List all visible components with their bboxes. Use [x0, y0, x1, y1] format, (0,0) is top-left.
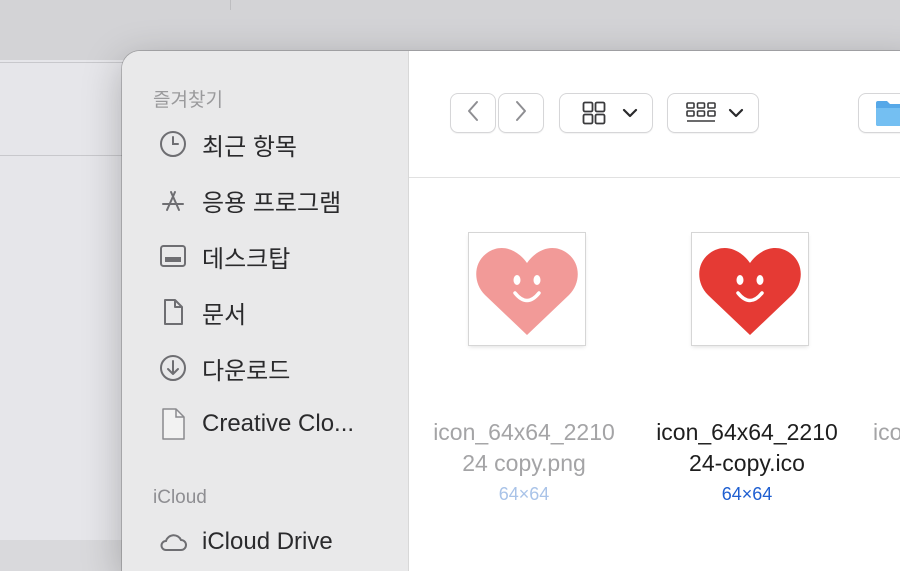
file-icon: [158, 408, 188, 440]
heart-image-icon: [692, 248, 808, 349]
sidebar-item-label: Creative Clo...: [202, 410, 355, 437]
sidebar-item-label: iCloud Drive: [202, 528, 333, 555]
file-name-line: 24 copy.png: [462, 450, 586, 476]
folder-icon: [875, 99, 900, 127]
sidebar-item-desktop[interactable]: 데스크탑: [158, 236, 398, 276]
toolbar: [409, 51, 900, 178]
group-icon: [686, 101, 716, 125]
icloud-section-title: iCloud: [153, 487, 207, 508]
cloud-icon: [158, 527, 188, 557]
download-icon: [158, 353, 188, 383]
sidebar: 즐겨찾기 최근 항목 응용 프로그램 데스크탑 문서 다운로드 Creative…: [122, 51, 409, 571]
file-browser: icon_64x64_2210 24 copy.png 64×64 icon_6…: [409, 51, 900, 571]
file-name-line: icon_64x64_2210: [433, 419, 615, 445]
grid-view-icon: [582, 101, 606, 125]
background-window-strip: [0, 60, 125, 540]
sidebar-item-recents[interactable]: 최근 항목: [158, 124, 398, 164]
sidebar-item-label: 문서: [202, 301, 247, 329]
background-divider: [0, 155, 125, 156]
file-dimensions: 64×64: [721, 484, 773, 504]
sidebar-item-label: 데스크탑: [202, 245, 291, 273]
group-by-button[interactable]: [667, 93, 759, 133]
clock-icon: [158, 129, 188, 159]
location-popup-button[interactable]: [858, 93, 900, 133]
sidebar-item-label: 응용 프로그램: [202, 189, 342, 217]
background-divider: [0, 62, 125, 63]
file-thumbnail: [692, 233, 808, 345]
file-name-line: icon_64x64_2210: [656, 419, 838, 445]
applications-icon: [158, 185, 188, 215]
file-thumbnail: [469, 233, 585, 345]
forward-button[interactable]: [498, 93, 544, 133]
back-button[interactable]: [450, 93, 496, 133]
sidebar-item-label: 최근 항목: [202, 133, 297, 161]
chevron-down-icon: [728, 107, 744, 119]
sidebar-item-applications[interactable]: 응용 프로그램: [158, 180, 398, 220]
sidebar-item-downloads[interactable]: 다운로드: [158, 348, 398, 388]
sidebar-item-label: 다운로드: [202, 357, 291, 385]
sidebar-item-icloud-drive[interactable]: iCloud Drive: [158, 522, 398, 562]
desktop-icon: [158, 241, 188, 271]
open-file-dialog: 즐겨찾기 최근 항목 응용 프로그램 데스크탑 문서 다운로드 Creative…: [122, 51, 900, 571]
view-mode-button[interactable]: [559, 93, 653, 133]
background-divider: [230, 0, 231, 10]
sidebar-item-documents[interactable]: 문서: [158, 292, 398, 332]
favorites-section-title: 즐겨찾기: [153, 90, 223, 111]
document-icon: [158, 297, 188, 327]
chevron-right-icon: [513, 99, 529, 128]
heart-image-icon: [469, 248, 585, 349]
file-name-line: ico: [873, 419, 900, 445]
chevron-left-icon: [465, 99, 481, 128]
file-dimensions: 64×64: [498, 484, 550, 504]
file-name-line: 24-copy.ico: [689, 450, 805, 476]
sidebar-item-creative-cloud[interactable]: Creative Clo...: [158, 404, 398, 444]
chevron-down-icon: [622, 107, 638, 119]
